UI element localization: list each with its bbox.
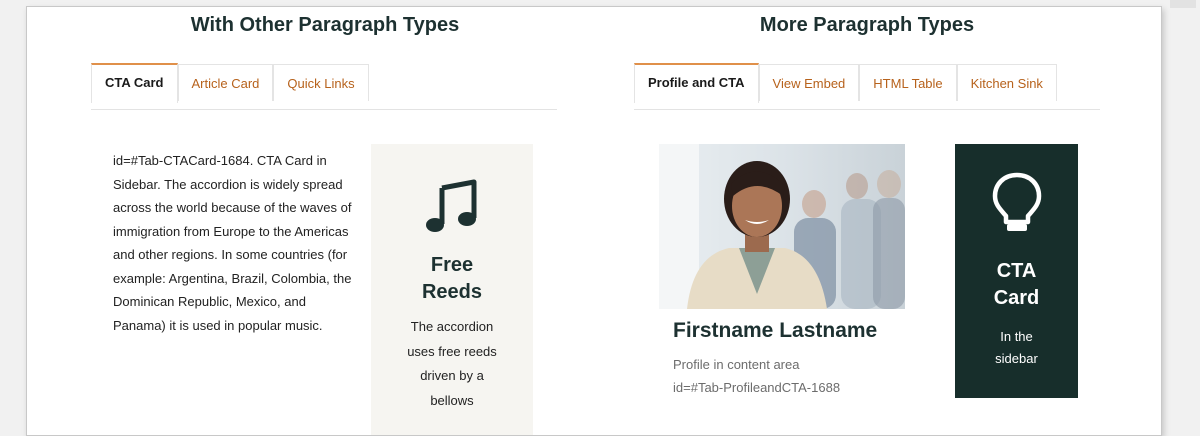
left-section-heading: With Other Paragraph Types — [190, 14, 460, 36]
profile-photo — [659, 144, 905, 309]
profile-name: Firstname Lastname — [673, 319, 878, 342]
cta-card-title: Free Reeds — [371, 252, 533, 306]
window-corner — [1170, 0, 1196, 8]
tab-view-embed[interactable]: View Embed — [758, 64, 860, 101]
free-reeds-cta-card[interactable]: Free Reeds The accordion uses free reeds… — [371, 144, 533, 435]
cta-card-text: The accordion uses free reeds driven by … — [371, 315, 533, 413]
cta-title-line: Reeds — [421, 281, 483, 303]
left-tab-bar: CTA Card Article Card Quick Links — [91, 63, 557, 110]
lightbulb-icon — [992, 172, 1041, 231]
cta-card-text: In the sidebar — [955, 326, 1078, 370]
cta-text-line: driven by a — [420, 368, 484, 383]
right-section-heading: More Paragraph Types — [759, 14, 975, 36]
profile-desc-line: Profile in content area — [673, 357, 800, 372]
cta-card-title: CTA Card — [955, 258, 1078, 312]
right-tab-bar: Profile and CTA View Embed HTML Table Ki… — [634, 63, 1100, 110]
profile-photo-image — [659, 144, 905, 309]
cta-text-line: bellows — [430, 392, 474, 408]
cta-text-line: uses free reeds — [407, 343, 497, 359]
cta-title-line: Free — [430, 254, 474, 276]
tab-kitchen-sink[interactable]: Kitchen Sink — [956, 64, 1057, 101]
music-note-icon — [426, 179, 477, 232]
profile-description: Profile in content area id=#Tab-Profilea… — [673, 353, 873, 399]
tab-quick-links[interactable]: Quick Links — [273, 64, 369, 101]
cta-title-line: Card — [993, 287, 1040, 309]
cta-title-line: CTA — [996, 260, 1037, 282]
tab-article-card[interactable]: Article Card — [177, 64, 274, 101]
cta-text-line: In the — [1000, 329, 1033, 344]
tab-html-table[interactable]: HTML Table — [859, 64, 957, 101]
sidebar-cta-card[interactable]: CTA Card In the sidebar — [955, 144, 1078, 398]
cta-text-line: The accordion — [410, 319, 494, 334]
cta-tab-body-text: id=#Tab-CTACard-1684. CTA Card in Sideba… — [113, 153, 352, 333]
tab-cta-card[interactable]: CTA Card — [91, 63, 178, 103]
tab-profile-and-cta[interactable]: Profile and CTA — [634, 63, 759, 103]
profile-desc-line: id=#Tab-ProfileandCTA-1688 — [673, 380, 841, 395]
cta-text-line: sidebar — [995, 351, 1038, 366]
page-frame: With Other Paragraph Types CTA Card Arti… — [26, 6, 1162, 436]
